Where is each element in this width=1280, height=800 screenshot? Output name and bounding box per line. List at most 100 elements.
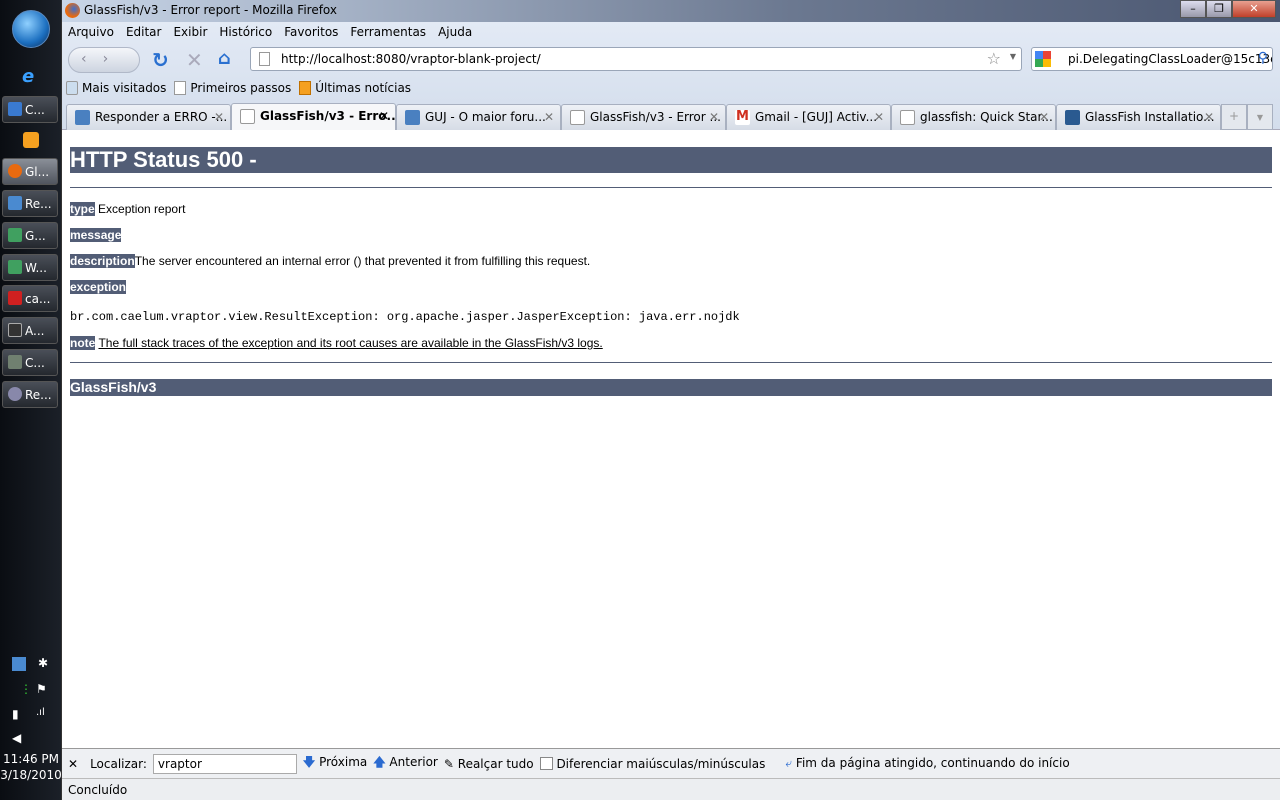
close-tab-icon[interactable]: ✕: [709, 110, 719, 124]
window-title: GlassFish/v3 - Error report - Mozilla Fi…: [84, 3, 338, 17]
power-icon[interactable]: ▮: [12, 707, 19, 721]
list-all-tabs-button[interactable]: ▼: [1247, 104, 1273, 130]
status-bar: Concluído: [62, 778, 1280, 800]
description-row: descriptionThe server encountered an int…: [70, 254, 1272, 270]
firefox-icon: [8, 164, 22, 178]
close-tab-icon[interactable]: ✕: [544, 110, 554, 124]
find-next-button[interactable]: 🡇 Próxima: [303, 753, 367, 774]
reload-icon[interactable]: ↻: [152, 48, 169, 72]
bookmark-label: Primeiros passos: [190, 81, 292, 95]
taskbar-button[interactable]: G...: [2, 222, 58, 249]
page-title: HTTP Status 500 -: [70, 147, 1272, 173]
find-previous-button[interactable]: 🡅 Anterior: [373, 753, 438, 774]
description-value: The server encountered an internal error…: [134, 254, 591, 268]
checkbox[interactable]: [539, 756, 553, 770]
highlight-all-button[interactable]: ✎ Realçar tudo: [444, 757, 534, 771]
tab[interactable]: GlassFish/v3 - Error ... ✕: [561, 104, 726, 130]
menu-ferramentas[interactable]: Ferramentas: [350, 25, 426, 39]
signal-icon[interactable]: .ıl: [36, 707, 45, 718]
taskbar-button[interactable]: C...: [2, 349, 58, 376]
menu-arquivo[interactable]: Arquivo: [68, 25, 114, 39]
page-content: HTTP Status 500 - type Exception report …: [62, 131, 1280, 748]
restore-button[interactable]: ❐: [1206, 0, 1232, 18]
firefox-window: GlassFish/v3 - Error report - Mozilla Fi…: [62, 0, 1280, 800]
clock-time[interactable]: 11:46 PM: [0, 752, 62, 766]
taskbar-button[interactable]: W...: [2, 254, 58, 281]
volume-muted-icon[interactable]: ◀: [12, 731, 21, 745]
note-value: The full stack traces of the exception a…: [98, 336, 603, 350]
new-tab-button[interactable]: +: [1221, 104, 1247, 130]
url-bar[interactable]: http://localhost:8080/vraptor-blank-proj…: [250, 47, 1022, 71]
bookmark-star-icon[interactable]: ☆: [987, 49, 1001, 68]
bookmark-ultimas-noticias[interactable]: Últimas notícias: [299, 81, 411, 95]
media-player-icon[interactable]: [23, 132, 39, 148]
menu-favoritos[interactable]: Favoritos: [284, 25, 338, 39]
match-case-checkbox[interactable]: Diferenciar maiúsculas/minúsculas: [539, 756, 765, 771]
close-tab-icon[interactable]: ✕: [379, 109, 389, 123]
dropdown-icon[interactable]: ▼: [1010, 52, 1016, 61]
menu-editar[interactable]: Editar: [126, 25, 162, 39]
back-forward-buttons[interactable]: ‹›: [68, 47, 140, 73]
taskbar-label: G...: [25, 229, 46, 243]
home-icon[interactable]: ⌂: [218, 48, 231, 69]
navigation-toolbar: ‹› ↻ ✕ ⌂ http://localhost:8080/vraptor-b…: [62, 42, 1280, 76]
description-label: description: [70, 254, 135, 268]
tab-label: Gmail - [GUJ] Activ...: [755, 110, 878, 124]
taskbar-button[interactable]: Re...: [2, 190, 58, 217]
find-input[interactable]: [152, 753, 297, 774]
action-center-icon[interactable]: ⚑: [36, 682, 47, 696]
close-button[interactable]: ✕: [1232, 0, 1276, 18]
taskbar-label: ca...: [25, 292, 51, 306]
clock-date[interactable]: 3/18/2010: [0, 768, 62, 782]
messenger-icon: [8, 260, 22, 274]
taskbar-button[interactable]: Re...: [2, 381, 58, 408]
type-label: type: [70, 202, 95, 216]
messenger-icon: [8, 228, 22, 242]
firefox-icon: [65, 3, 80, 18]
close-tab-icon[interactable]: ✕: [1204, 110, 1214, 124]
taskbar-button-firefox[interactable]: Gl...: [2, 158, 58, 185]
tab[interactable]: GUJ - O maior foru... ✕: [396, 104, 561, 130]
bookmark-primeiros-passos[interactable]: Primeiros passos: [174, 81, 291, 95]
taskbar-button[interactable]: ca...: [2, 285, 58, 312]
folder-icon: [66, 81, 78, 95]
bookmarks-toolbar: Mais visitados Primeiros passos Últimas …: [62, 76, 1280, 100]
taskbar-button[interactable]: A...: [2, 317, 58, 344]
menu-historico[interactable]: Histórico: [219, 25, 272, 39]
menu-exibir[interactable]: Exibir: [173, 25, 207, 39]
tab[interactable]: Responder a ERRO -... ✕: [66, 104, 231, 130]
tab[interactable]: glassfish: Quick Star... ✕: [891, 104, 1056, 130]
taskbar-button[interactable]: C...: [2, 96, 58, 123]
tab-bar: Responder a ERRO -... ✕ GlassFish/v3 - Er…: [62, 103, 1280, 130]
console-icon: [8, 323, 22, 337]
close-find-bar-icon[interactable]: ✕: [68, 757, 78, 771]
network-icon[interactable]: ⋮: [20, 682, 32, 696]
close-tab-icon[interactable]: ✕: [874, 110, 884, 124]
tab[interactable]: M Gmail - [GUJ] Activ... ✕: [726, 104, 891, 130]
bluetooth-icon[interactable]: ✱: [38, 656, 48, 670]
taskbar-label: Re...: [25, 388, 52, 402]
close-tab-icon[interactable]: ✕: [214, 110, 224, 124]
sync-icon[interactable]: [12, 657, 26, 671]
search-icon[interactable]: ⚲: [1258, 50, 1268, 66]
close-tab-icon[interactable]: ✕: [1039, 110, 1049, 124]
internet-explorer-icon[interactable]: e: [22, 66, 34, 87]
title-bar: GlassFish/v3 - Error report - Mozilla Fi…: [62, 0, 1280, 22]
start-button[interactable]: [12, 10, 50, 48]
google-icon[interactable]: [1035, 51, 1051, 67]
highlighter-icon: ✎: [443, 756, 454, 771]
forum-icon: [405, 110, 420, 125]
taskbar-label: A...: [25, 324, 45, 338]
url-text: http://localhost:8080/vraptor-blank-proj…: [281, 52, 541, 66]
tab-active[interactable]: GlassFish/v3 - Erro... ✕: [231, 103, 400, 130]
minimize-button[interactable]: –: [1180, 0, 1206, 18]
tab[interactable]: GlassFish Installatio... ✕: [1056, 104, 1221, 130]
menu-ajuda[interactable]: Ajuda: [438, 25, 472, 39]
find-previous-label: Anterior: [389, 755, 438, 769]
app-icon: [8, 355, 22, 369]
arrow-down-icon: 🡇: [302, 755, 316, 769]
bookmark-mais-visitados[interactable]: Mais visitados: [66, 81, 166, 95]
stop-icon[interactable]: ✕: [186, 48, 203, 72]
computer-icon: [8, 102, 22, 116]
search-bar[interactable]: pi.DelegatingClassLoader@15c13ef ⚲: [1031, 47, 1273, 71]
